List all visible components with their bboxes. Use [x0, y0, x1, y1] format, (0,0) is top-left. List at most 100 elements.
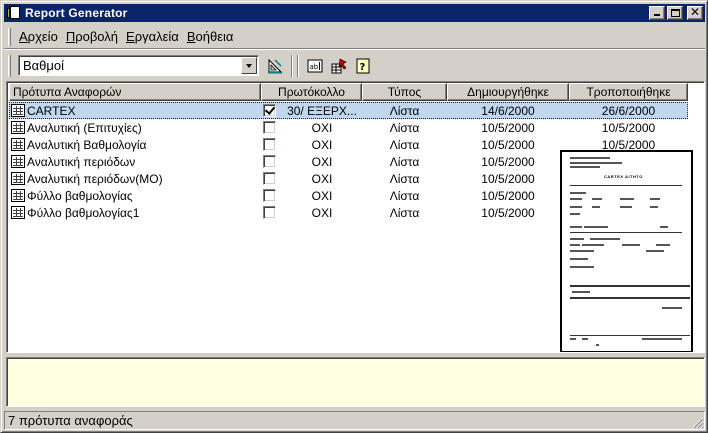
app-window: Report Generator ✕ Αρχείο Προβολή Εργαλε…	[0, 0, 708, 433]
svg-text:?: ?	[360, 62, 366, 73]
column-header-protocol[interactable]: Πρωτόκολλο	[261, 83, 362, 101]
window-title: Report Generator	[25, 6, 128, 20]
report-name: Αναλυτική Βαθμολογία	[27, 137, 147, 152]
row-name-cell: Φύλλο βαθμολογίας	[9, 189, 261, 203]
row-name-cell: Αναλυτική περιόδων(ΜΟ)	[9, 172, 261, 186]
type-cell: Λίστα	[389, 171, 420, 186]
menu-view[interactable]: Προβολή	[62, 29, 122, 44]
chevron-down-icon[interactable]	[241, 57, 257, 74]
protocol-checkbox[interactable]	[263, 172, 276, 185]
type-cell: Λίστα	[389, 154, 420, 169]
design-icon	[268, 58, 283, 73]
report-template-icon	[11, 155, 25, 168]
row-name-cell: Αναλυτική περιόδων	[9, 155, 261, 169]
protocol-value: ΟΧΙ	[311, 154, 333, 169]
menu-bar: Αρχείο Προβολή Εργαλεία Βοήθεια	[4, 25, 705, 49]
toolbar: Βαθμοί ab ?	[4, 51, 705, 80]
column-header-type[interactable]: Τύπος	[362, 83, 447, 101]
svg-text:ab: ab	[310, 63, 319, 71]
modified-date-cell: 26/6/2000	[601, 103, 656, 118]
list-header: Πρότυπα Αναφορών Πρωτόκολλο Τύπος Δημιου…	[9, 83, 688, 101]
created-date-cell: 10/5/2000	[481, 188, 535, 203]
help-icon: ?	[356, 58, 370, 73]
protocol-value: ΟΧΙ	[311, 205, 333, 220]
protocol-cell: ΟΧΙ	[261, 206, 362, 220]
report-template-icon	[11, 189, 25, 202]
report-template-icon	[11, 104, 25, 117]
menubar-grip[interactable]	[8, 27, 11, 46]
table-row[interactable]: Αναλυτική (Επιτυχίες) ΟΧΙ Λίστα 10/5/2000 10…	[9, 119, 688, 136]
maximize-icon	[671, 9, 680, 17]
report-name: Αναλυτική περιόδων	[27, 154, 136, 169]
maximize-button[interactable]	[667, 6, 683, 20]
report-template-icon	[11, 121, 25, 134]
minimize-button[interactable]	[649, 6, 665, 20]
protocol-checkbox[interactable]	[263, 104, 276, 117]
row-name-cell: Αναλυτική (Επιτυχίες)	[9, 121, 261, 135]
created-date-cell: 14/6/2000	[481, 103, 535, 118]
protocol-checkbox[interactable]	[263, 189, 276, 202]
report-template-icon	[11, 172, 25, 185]
protocol-value: 30/ ΕΞΕΡΧ...	[287, 103, 357, 118]
protocol-value: ΟΧΙ	[311, 137, 333, 152]
row-name-cell: Αναλυτική Βαθμολογία	[9, 138, 261, 152]
help-button[interactable]: ?	[352, 55, 374, 77]
created-date-cell: 10/5/2000	[481, 137, 535, 152]
report-template-icon	[11, 206, 25, 219]
protocol-cell: ΟΧΙ	[261, 121, 362, 135]
design-report-button[interactable]	[264, 55, 286, 77]
protocol-checkbox[interactable]	[263, 206, 276, 219]
type-cell: Λίστα	[389, 103, 420, 118]
type-cell: Λίστα	[389, 137, 420, 152]
created-date-cell: 10/5/2000	[481, 205, 535, 220]
status-bar: 7 πρότυπα αναφοράς	[4, 410, 705, 430]
preview-heading: CARTEX ΑΙΤΗΤΟ	[604, 174, 643, 179]
report-templates-list[interactable]: Πρότυπα Αναφορών Πρωτόκολλο Τύπος Δημιου…	[6, 81, 705, 353]
toolbar-separator	[297, 54, 299, 77]
modified-date-cell: 10/5/2000	[601, 120, 656, 135]
query-icon	[331, 58, 347, 73]
row-name-cell: CARTEX	[9, 104, 261, 118]
protocol-checkbox[interactable]	[263, 155, 276, 168]
type-cell: Λίστα	[389, 188, 420, 203]
title-bar[interactable]: Report Generator ✕	[4, 4, 705, 22]
protocol-cell: ΟΧΙ	[261, 138, 362, 152]
close-icon: ✕	[689, 5, 701, 19]
protocol-checkbox[interactable]	[263, 121, 276, 134]
toolbar-separator	[291, 54, 293, 77]
resize-grip-icon[interactable]	[692, 417, 704, 429]
report-category-value: Βαθμοί	[23, 58, 65, 73]
minimize-icon	[654, 14, 660, 16]
report-name: Αναλυτική (Επιτυχίες)	[27, 120, 142, 135]
protocol-cell: 30/ ΕΞΕΡΧ...	[261, 104, 362, 118]
description-pane	[6, 357, 705, 407]
protocol-value: ΟΧΙ	[311, 120, 333, 135]
close-button[interactable]: ✕	[687, 5, 703, 20]
menu-tools[interactable]: Εργαλεία	[122, 29, 183, 44]
created-date-cell: 10/5/2000	[481, 171, 535, 186]
created-date-cell: 10/5/2000	[481, 120, 535, 135]
report-name: CARTEX	[27, 103, 76, 118]
protocol-cell: ΟΧΙ	[261, 155, 362, 169]
column-header-created[interactable]: Δημιουργήθηκε	[447, 83, 569, 101]
column-header-templates[interactable]: Πρότυπα Αναφορών	[9, 83, 261, 101]
protocol-value: ΟΧΙ	[311, 171, 333, 186]
report-generator-icon[interactable]	[7, 6, 21, 20]
table-row[interactable]: CARTEX 30/ ΕΞΕΡΧ... Λίστα 14/6/2000 26/6/200…	[9, 102, 688, 119]
status-text: 7 πρότυπα αναφοράς	[4, 410, 705, 430]
toolbar-grip[interactable]	[8, 54, 11, 77]
report-name: Φύλλο βαθμολογίας1	[27, 205, 140, 220]
protocol-value: ΟΧΙ	[311, 188, 333, 203]
report-category-select[interactable]: Βαθμοί	[18, 55, 259, 76]
menu-file[interactable]: Αρχείο	[15, 29, 62, 44]
text-field-button[interactable]: ab	[304, 55, 326, 77]
text-field-icon: ab	[307, 59, 323, 72]
menu-help[interactable]: Βοήθεια	[183, 29, 238, 44]
query-button[interactable]	[328, 55, 350, 77]
type-cell: Λίστα	[389, 120, 420, 135]
report-template-icon	[11, 138, 25, 151]
created-date-cell: 10/5/2000	[481, 154, 535, 169]
row-name-cell: Φύλλο βαθμολογίας1	[9, 206, 261, 220]
column-header-modified[interactable]: Τροποποιήθηκε	[569, 83, 688, 101]
protocol-checkbox[interactable]	[263, 138, 276, 151]
